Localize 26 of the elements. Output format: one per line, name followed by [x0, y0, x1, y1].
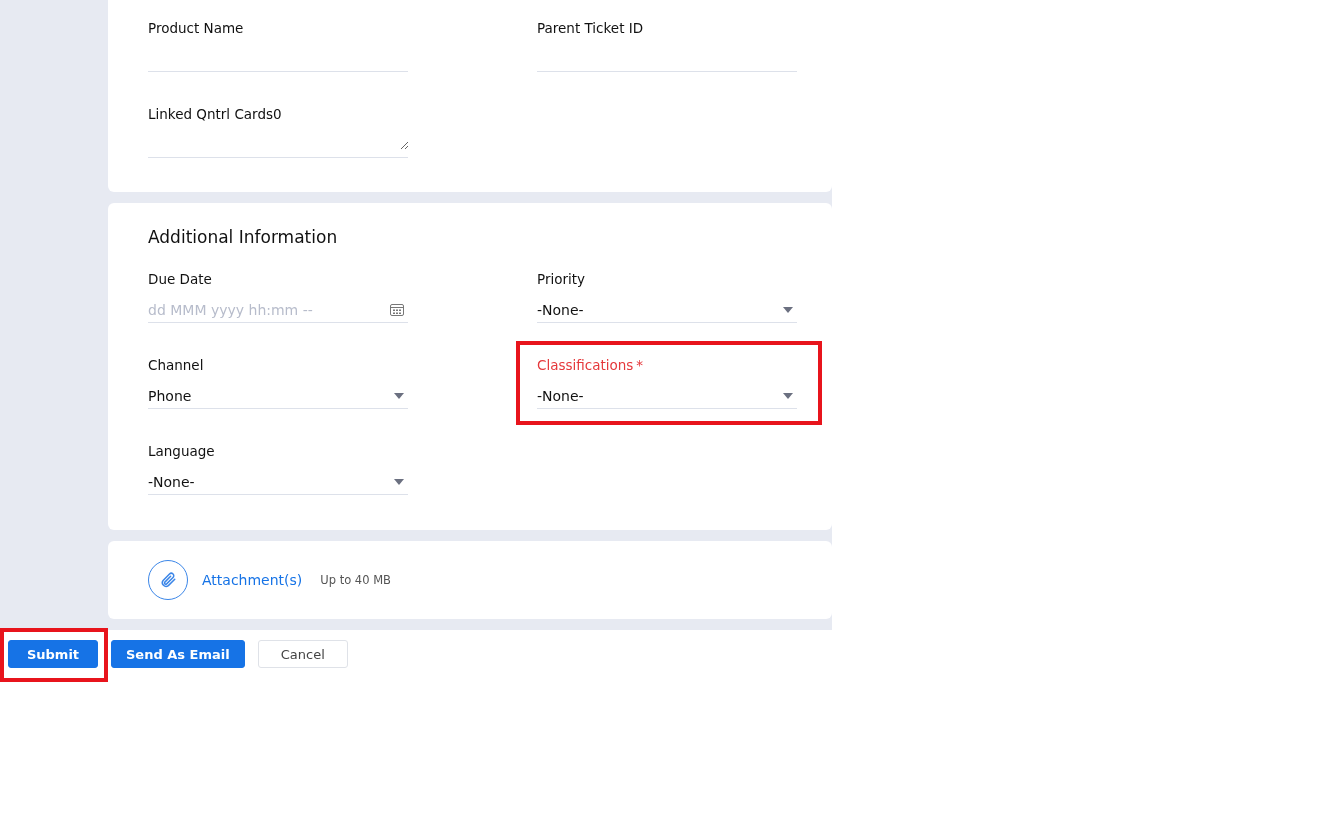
- field-label: Language: [148, 443, 216, 461]
- required-asterisk: *: [636, 357, 644, 373]
- calendar-icon: [390, 303, 404, 316]
- attachment-hint: Up to 40 MB: [320, 573, 391, 587]
- resize-handle-icon: [400, 140, 408, 149]
- field-label: Linked Qntrl Cards0: [148, 106, 283, 124]
- primary-button[interactable]: Submit: [8, 640, 98, 668]
- date-field[interactable]: dd MMM yyyy hh:mm --: [148, 297, 408, 323]
- dropdown-field[interactable]: Phone: [148, 383, 408, 409]
- primary-button[interactable]: Send As Email: [111, 640, 245, 668]
- field-label: Priority: [537, 271, 587, 289]
- field-label: Parent Ticket ID: [537, 20, 645, 38]
- field-label: Channel: [148, 357, 205, 375]
- field-label: Due Date: [148, 271, 213, 289]
- dropdown-field[interactable]: -None-: [537, 383, 797, 409]
- dropdown-field[interactable]: -None-: [537, 297, 797, 323]
- dropdown-field[interactable]: -None-: [148, 469, 408, 495]
- section-title: Additional Information: [148, 227, 339, 247]
- dropdown-caret-icon: [394, 392, 404, 399]
- field-label: Classifications: [537, 357, 634, 373]
- cancel-button[interactable]: Cancel: [257, 640, 348, 668]
- dropdown-caret-icon: [783, 392, 793, 399]
- attachment-link[interactable]: Attachment(s): [202, 572, 303, 588]
- dropdown-caret-icon: [394, 478, 404, 485]
- dropdown-caret-icon: [783, 306, 793, 313]
- field-label: Product Name: [148, 20, 245, 38]
